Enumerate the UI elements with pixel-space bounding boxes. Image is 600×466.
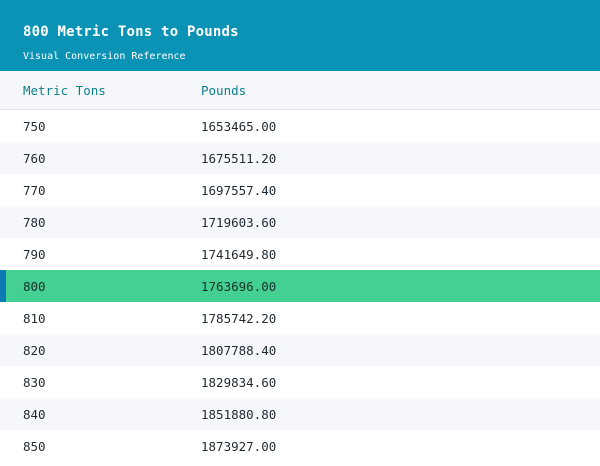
pounds-cell: 1697557.40 <box>201 182 277 198</box>
conversion-panel: 800 Metric Tons to Pounds Visual Convers… <box>0 0 600 466</box>
metric-tons-cell: 750 <box>23 118 46 134</box>
page-subtitle: Visual Conversion Reference <box>23 51 186 62</box>
metric-tons-cell: 830 <box>23 374 46 390</box>
table-row: 830 1829834.60 <box>0 366 600 398</box>
pounds-cell: 1785742.20 <box>201 310 277 326</box>
metric-tons-cell: 810 <box>23 310 46 326</box>
table-row: 760 1675511.20 <box>0 142 600 174</box>
metric-tons-cell: 770 <box>23 182 46 198</box>
table-row: 810 1785742.20 <box>0 302 600 334</box>
table-row: 840 1851880.80 <box>0 398 600 430</box>
pounds-cell: 1719603.60 <box>201 214 277 230</box>
pounds-cell: 1653465.00 <box>201 118 277 134</box>
column-header-metric-tons: Metric Tons <box>23 82 106 98</box>
pounds-cell: 1873927.00 <box>201 438 277 454</box>
metric-tons-cell: 780 <box>23 214 46 230</box>
pounds-cell: 1763696.00 <box>201 278 277 294</box>
selected-row-marker <box>0 270 6 302</box>
table-row: 780 1719603.60 <box>0 206 600 238</box>
table-row: 790 1741649.80 <box>0 238 600 270</box>
metric-tons-cell: 850 <box>23 438 46 454</box>
pounds-cell: 1807788.40 <box>201 342 277 358</box>
page-title: 800 Metric Tons to Pounds <box>23 24 239 40</box>
table-row-highlighted: 800 1763696.00 <box>0 270 600 302</box>
pounds-cell: 1829834.60 <box>201 374 277 390</box>
table-header: Metric Tons Pounds <box>0 71 600 110</box>
metric-tons-cell: 760 <box>23 150 46 166</box>
metric-tons-cell: 790 <box>23 246 46 262</box>
table-row: 770 1697557.40 <box>0 174 600 206</box>
table-body: 750 1653465.00 760 1675511.20 770 169755… <box>0 110 600 462</box>
pounds-cell: 1675511.20 <box>201 150 277 166</box>
table-row: 820 1807788.40 <box>0 334 600 366</box>
metric-tons-cell: 840 <box>23 406 46 422</box>
metric-tons-cell: 820 <box>23 342 46 358</box>
panel-header: 800 Metric Tons to Pounds Visual Convers… <box>0 0 600 71</box>
pounds-cell: 1741649.80 <box>201 246 277 262</box>
pounds-cell: 1851880.80 <box>201 406 277 422</box>
metric-tons-cell: 800 <box>23 278 46 294</box>
table-row: 750 1653465.00 <box>0 110 600 142</box>
table-row: 850 1873927.00 <box>0 430 600 462</box>
column-header-pounds: Pounds <box>201 82 247 98</box>
